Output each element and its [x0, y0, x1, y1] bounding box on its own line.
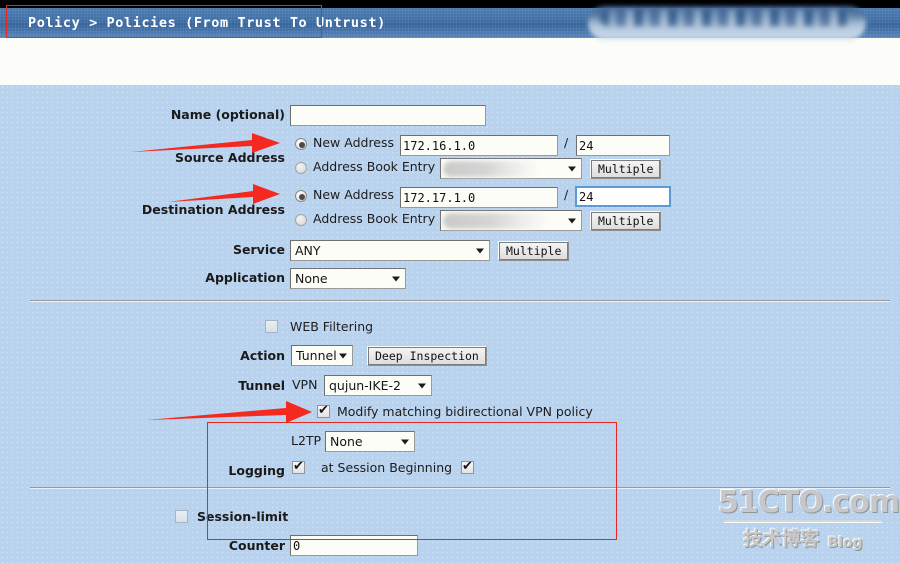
chevron-down-icon: [476, 248, 484, 253]
source-new-address-label: New Address: [313, 135, 395, 150]
source-new-address-radio[interactable]: [295, 138, 307, 150]
l2tp-select[interactable]: None: [325, 431, 415, 452]
name-label: Name (optional): [170, 107, 285, 122]
source-slash: /: [564, 135, 569, 150]
action-label: Action: [240, 348, 285, 363]
destination-address-book-radio[interactable]: [295, 214, 307, 226]
action-select[interactable]: Tunnel: [291, 345, 353, 366]
destination-netmask-input[interactable]: [575, 186, 671, 207]
application-value: None: [295, 271, 328, 286]
destination-new-address-label: New Address: [313, 187, 395, 202]
counter-label-wrap: Counter: [155, 538, 285, 553]
modify-bidirectional-vpn-label: Modify matching bidirectional VPN policy: [337, 404, 593, 419]
destination-new-address-radio[interactable]: [295, 190, 307, 202]
action-value: Tunnel: [296, 348, 337, 363]
source-address-book-radio[interactable]: [295, 162, 307, 174]
l2tp-value: None: [330, 434, 363, 449]
source-multiple-button[interactable]: Multiple: [590, 159, 662, 179]
annotation-arrow-destination-address: [168, 184, 280, 204]
vpn-value: qujun-IKE-2: [329, 378, 401, 393]
destination-address-book-select[interactable]: [440, 210, 582, 231]
source-address-book-select[interactable]: [440, 158, 582, 179]
counter-label: Counter: [228, 538, 285, 553]
application-label-wrap: Application: [150, 270, 285, 285]
destination-address-input[interactable]: [400, 187, 558, 208]
application-select[interactable]: None: [290, 268, 406, 289]
web-filtering-label: WEB Filtering: [290, 319, 374, 334]
service-multiple-button[interactable]: Multiple: [498, 241, 570, 261]
annotation-rect-breadcrumb: [6, 5, 322, 38]
redacted-region-title-inner: [600, 10, 850, 26]
service-select[interactable]: ANY: [290, 240, 490, 261]
annotation-arrow-modify-bidirectional: [147, 401, 312, 423]
destination-slash: /: [564, 187, 569, 202]
web-filtering-checkbox[interactable]: [265, 320, 278, 333]
logging-checkbox[interactable]: [292, 458, 305, 476]
source-address-book-label: Address Book Entry: [313, 159, 436, 174]
chevron-down-icon: [568, 218, 576, 223]
watermark-51cto: 51CTO.com 技术博客 Blog: [718, 485, 900, 555]
destination-address-book-label: Address Book Entry: [313, 211, 436, 226]
session-limit-checkbox[interactable]: [175, 510, 188, 523]
source-netmask-input[interactable]: [576, 135, 670, 156]
annotation-arrow-source-address: [131, 133, 280, 153]
service-value: ANY: [295, 243, 321, 258]
l2tp-label: L2TP: [291, 433, 322, 448]
chevron-down-icon: [339, 353, 347, 358]
counter-input[interactable]: [290, 535, 418, 556]
tunnel-label: Tunnel: [238, 378, 285, 393]
session-limit-label: Session-limit: [197, 509, 289, 524]
modify-bidirectional-vpn-checkbox[interactable]: [317, 402, 330, 420]
vpn-label: VPN: [292, 377, 318, 392]
service-label-wrap: Service: [160, 242, 285, 257]
chevron-down-icon: [401, 439, 409, 444]
name-label-wrap: Name (optional): [150, 107, 285, 122]
logging-label-wrap: Logging: [155, 463, 285, 478]
tunnel-label-wrap: Tunnel: [155, 378, 285, 393]
watermark-blog-text: Blog: [827, 535, 863, 551]
application-label: Application: [205, 270, 285, 285]
service-label: Service: [233, 242, 285, 257]
source-address-input[interactable]: [400, 135, 558, 156]
redacted-region-source-book: [443, 161, 537, 177]
destination-multiple-button[interactable]: Multiple: [590, 211, 662, 231]
policy-editor-screenshot: Policy > Policies (From Trust To Untrust…: [0, 0, 900, 563]
logging-label: Logging: [228, 463, 285, 478]
at-session-beginning-checkbox[interactable]: [461, 458, 474, 476]
chevron-down-icon: [418, 383, 426, 388]
name-input[interactable]: [290, 105, 486, 126]
watermark-site: 51CTO.com: [718, 485, 900, 520]
watermark-divider: [724, 520, 882, 522]
vpn-select[interactable]: qujun-IKE-2: [324, 375, 432, 396]
at-session-beginning-label: at Session Beginning: [321, 460, 453, 475]
chevron-down-icon: [568, 166, 576, 171]
action-label-wrap: Action: [155, 348, 285, 363]
watermark-cn-text: 技术博客: [743, 528, 820, 550]
redacted-region-destination-book: [443, 213, 547, 229]
deep-inspection-button[interactable]: Deep Inspection: [367, 346, 487, 366]
chevron-down-icon: [392, 276, 400, 281]
section-divider-1: [30, 300, 890, 302]
